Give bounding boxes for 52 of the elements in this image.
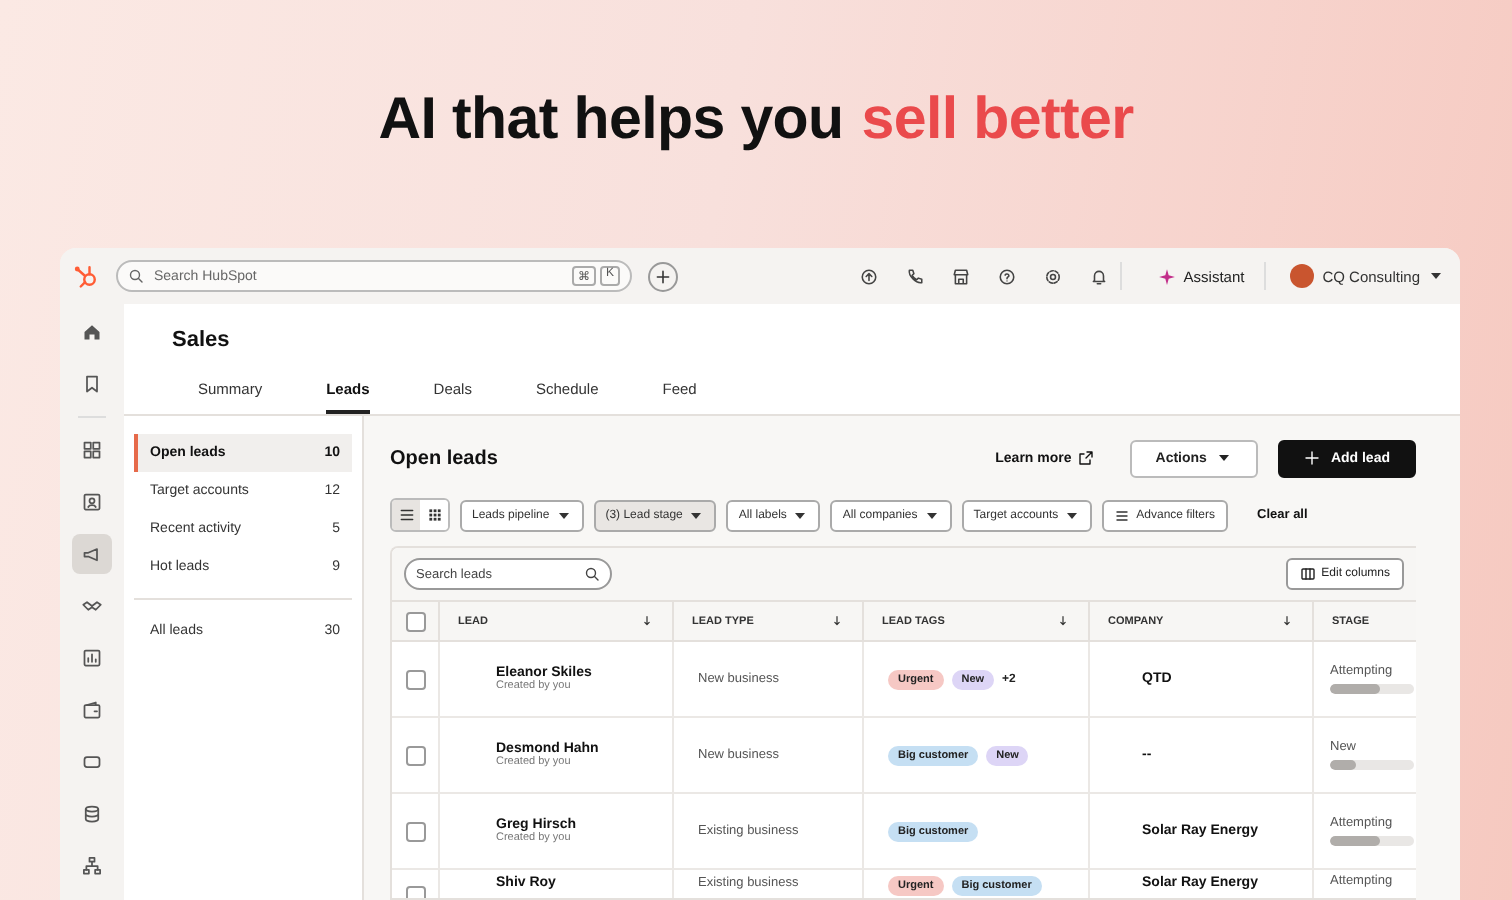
caret-icon (688, 507, 705, 523)
checkbox[interactable] (405, 611, 425, 631)
report-icon[interactable] (82, 648, 102, 668)
grid-view-icon (425, 506, 443, 524)
megaphone-icon[interactable] (82, 544, 102, 564)
checkbox[interactable] (405, 821, 425, 841)
caret-icon (1064, 507, 1081, 523)
add-button[interactable] (648, 261, 678, 291)
search-icon (584, 566, 600, 582)
sprocket-logo-icon (72, 262, 100, 290)
caret-icon (923, 507, 940, 523)
plus-icon (654, 267, 672, 285)
page-title: Sales (172, 328, 232, 352)
bell-icon[interactable] (1089, 267, 1108, 285)
wallet-icon[interactable] (82, 700, 102, 720)
phone-icon[interactable] (905, 267, 924, 285)
bookmark-icon[interactable] (82, 374, 102, 394)
caret-icon (792, 507, 809, 523)
store-icon[interactable] (951, 267, 970, 285)
list-view-icon (397, 506, 415, 524)
view-toggle[interactable] (420, 500, 448, 530)
home-icon[interactable] (82, 322, 102, 342)
plus-icon (1304, 450, 1321, 466)
contact-card-icon[interactable] (82, 492, 102, 512)
sort-arrow-icon (1056, 614, 1070, 628)
section-title: Open leads (390, 447, 500, 469)
columns-icon (1299, 566, 1316, 582)
checkbox[interactable] (405, 745, 425, 765)
nav-item-highlight[interactable] (72, 534, 112, 574)
arrow-up-circle-icon[interactable] (859, 267, 878, 285)
caret-icon (1216, 450, 1233, 466)
filter-lines-icon (1114, 507, 1131, 523)
caret-icon (1428, 268, 1444, 284)
hierarchy-icon[interactable] (82, 856, 102, 876)
sparkle-icon (1157, 267, 1176, 285)
sort-arrow-icon (830, 614, 844, 628)
sort-arrow-icon (1280, 614, 1294, 628)
caret-icon (555, 507, 572, 523)
database-icon[interactable] (82, 804, 102, 824)
checkbox[interactable] (405, 669, 425, 689)
search-icon (128, 268, 144, 284)
chat-icon[interactable] (82, 752, 102, 772)
external-link-icon (1077, 450, 1094, 466)
headline-highlight: sell better (861, 86, 1134, 154)
view-toggle[interactable] (392, 500, 420, 530)
handshake-icon[interactable] (82, 596, 102, 616)
sort-arrow-icon (640, 614, 654, 628)
headline: AI that helps you (378, 86, 844, 154)
help-icon[interactable] (997, 267, 1016, 285)
avatar (1290, 264, 1315, 288)
settings-icon[interactable] (1043, 267, 1062, 285)
grid-icon[interactable] (82, 440, 102, 460)
